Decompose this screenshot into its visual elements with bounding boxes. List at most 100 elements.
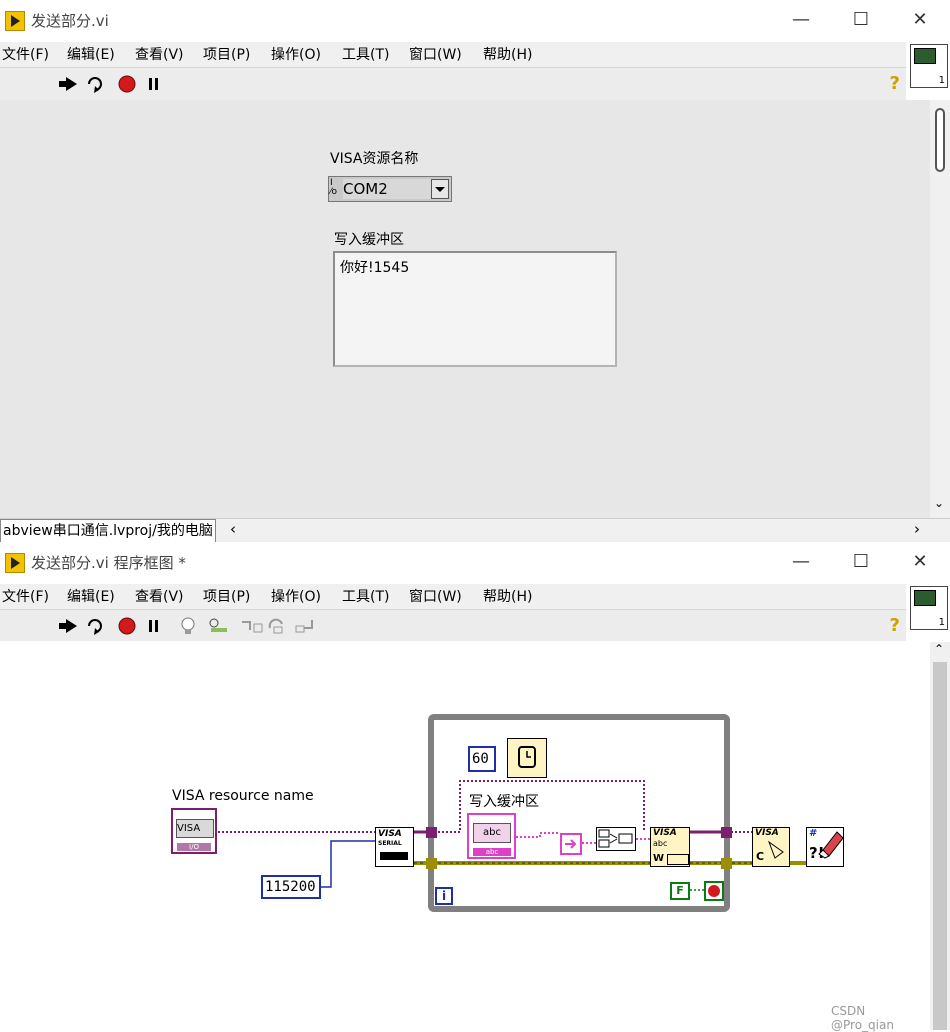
menu-view[interactable]: 查看(V) [135, 44, 184, 64]
help-icon[interactable]: ? [890, 615, 900, 636]
abort-icon[interactable] [117, 74, 137, 94]
string-terminal-abc: abc [473, 848, 511, 856]
project-path: abview串口通信.lvproj/我的电脑 [0, 519, 216, 543]
string-conversion-icon[interactable] [560, 833, 582, 855]
watermark: CSDN @Pro_qian [831, 1004, 894, 1032]
run-continuously-icon[interactable] [85, 616, 105, 636]
eraser-icon [818, 831, 843, 859]
block-diagram-toolbar: ? [0, 609, 906, 643]
write-node-visa-text: VISA [653, 828, 677, 838]
visa-write-node[interactable]: VISA abc W [650, 827, 690, 867]
menu-operate[interactable]: 操作(O) [271, 44, 321, 64]
visa-resource-terminal[interactable]: VISA I/O [171, 808, 217, 854]
menu-operate[interactable]: 操作(O) [271, 586, 321, 606]
visa-resource-value: COM2 [343, 179, 431, 199]
menu-window[interactable]: 窗口(W) [409, 44, 462, 64]
menubar: 文件(F) 编辑(E) 查看(V) 项目(P) 操作(O) 工具(T) 窗口(W… [0, 42, 906, 67]
window-title: 发送部分.vi [31, 12, 109, 30]
visa-terminal-io: I/O [177, 843, 211, 851]
minimize-button[interactable]: — [778, 8, 824, 34]
simple-error-handler-node[interactable]: # ?! [806, 827, 844, 867]
labview-app-icon [5, 11, 25, 31]
write-buffer-terminal-label: 写入缓冲区 [469, 794, 539, 810]
menu-help[interactable]: 帮助(H) [483, 586, 532, 606]
write-node-buffer-icon [667, 854, 689, 865]
menu-view[interactable]: 查看(V) [135, 586, 184, 606]
visa-resource-label: VISA资源名称 [330, 151, 419, 167]
wait-ms-constant[interactable]: 60 [468, 746, 496, 772]
scroll-right-arrow-icon[interactable]: › [914, 520, 920, 538]
step-into-icon[interactable] [240, 616, 264, 636]
visa-tunnel-out [721, 827, 732, 838]
baud-wire [321, 840, 375, 888]
status-bar: abview串口通信.lvproj/我的电脑 ‹ › [0, 518, 950, 543]
serial-connector-icon [380, 852, 408, 860]
false-constant[interactable]: F [670, 882, 690, 900]
visa-close-node[interactable]: VISA C [752, 827, 790, 867]
help-icon[interactable]: ? [890, 73, 900, 94]
string-wire [516, 832, 560, 838]
menu-tools[interactable]: 工具(T) [342, 44, 389, 64]
abort-icon[interactable] [117, 616, 137, 636]
menu-edit[interactable]: 编辑(E) [67, 586, 115, 606]
scroll-up-arrow-icon[interactable]: ⌃ [934, 642, 944, 656]
labview-app-icon [5, 553, 25, 573]
run-arrow-icon[interactable] [59, 74, 79, 94]
menu-file[interactable]: 文件(F) [2, 586, 49, 606]
step-out-icon[interactable] [294, 616, 316, 636]
serial-node-sub-text: SERIAL [378, 840, 402, 847]
block-diagram-titlebar: 发送部分.vi 程序框图 * — ☐ ✕ [0, 542, 950, 584]
scroll-left-arrow-icon[interactable]: ‹ [230, 520, 236, 538]
run-arrow-icon[interactable] [59, 616, 79, 636]
menu-edit[interactable]: 编辑(E) [67, 44, 115, 64]
menu-tools[interactable]: 工具(T) [342, 586, 389, 606]
maximize-button[interactable]: ☐ [838, 550, 884, 576]
front-panel-titlebar: 发送部分.vi — ☐ ✕ [0, 0, 950, 42]
step-over-icon[interactable] [268, 616, 290, 636]
stop-condition-icon[interactable] [704, 881, 724, 901]
close-button[interactable]: ✕ [897, 8, 943, 34]
string-terminal-text: abc [473, 823, 511, 843]
front-panel-toolbar: ? [0, 67, 906, 101]
retain-wire-values-icon[interactable] [208, 616, 234, 636]
minimize-button[interactable]: — [778, 550, 824, 576]
pause-icon[interactable] [144, 74, 164, 94]
concatenate-strings-icon[interactable] [596, 827, 636, 851]
front-panel-scrollbar[interactable]: ⌄ [930, 100, 950, 518]
visa-configure-serial-node[interactable]: VISA SERIAL [375, 827, 414, 867]
loop-iteration-terminal: i [435, 887, 453, 905]
vi-icon-pane[interactable]: 1 [910, 44, 948, 88]
scroll-down-arrow-icon[interactable]: ⌄ [934, 496, 944, 510]
diagram-scrollbar[interactable]: ⌃ [930, 642, 950, 1030]
scroll-thumb[interactable] [933, 662, 947, 1030]
write-buffer-label: 写入缓冲区 [334, 232, 404, 248]
pause-icon[interactable] [144, 616, 164, 636]
highlight-execution-bulb-icon[interactable] [178, 616, 198, 636]
baud-rate-constant[interactable]: 115200 [261, 875, 321, 899]
vi-icon-pane[interactable]: 1 [910, 586, 948, 630]
visa-resource-control[interactable]: I ⁄o COM2 [328, 176, 452, 202]
close-button[interactable]: ✕ [897, 550, 943, 576]
visa-io-prefix: I ⁄o [330, 178, 338, 197]
write-buffer-value: 你好!1545 [340, 260, 410, 276]
menu-project[interactable]: 项目(P) [203, 44, 250, 64]
serial-node-visa-text: VISA [378, 829, 402, 839]
menu-project[interactable]: 项目(P) [203, 586, 250, 606]
visa-tunnel-in [426, 827, 437, 838]
write-buffer-string-terminal[interactable]: abc abc [467, 813, 516, 859]
window-title: 发送部分.vi 程序框图 * [31, 554, 186, 572]
run-continuously-icon[interactable] [85, 74, 105, 94]
scroll-thumb[interactable] [935, 108, 945, 172]
error-tunnel-in [426, 858, 437, 869]
menu-file[interactable]: 文件(F) [2, 44, 49, 64]
close-node-glyph-icon [767, 840, 784, 859]
maximize-button[interactable]: ☐ [838, 8, 884, 34]
wait-timer-icon[interactable] [507, 738, 547, 778]
error-tunnel-out [721, 858, 732, 869]
dropdown-arrow-icon[interactable] [431, 179, 449, 199]
menu-window[interactable]: 窗口(W) [409, 586, 462, 606]
menu-help[interactable]: 帮助(H) [483, 44, 532, 64]
front-panel-area: VISA资源名称 I ⁄o COM2 写入缓冲区 你好!1545 [0, 100, 930, 518]
menubar: 文件(F) 编辑(E) 查看(V) 项目(P) 操作(O) 工具(T) 窗口(W… [0, 584, 906, 609]
write-buffer-input[interactable]: 你好!1545 [333, 251, 617, 367]
